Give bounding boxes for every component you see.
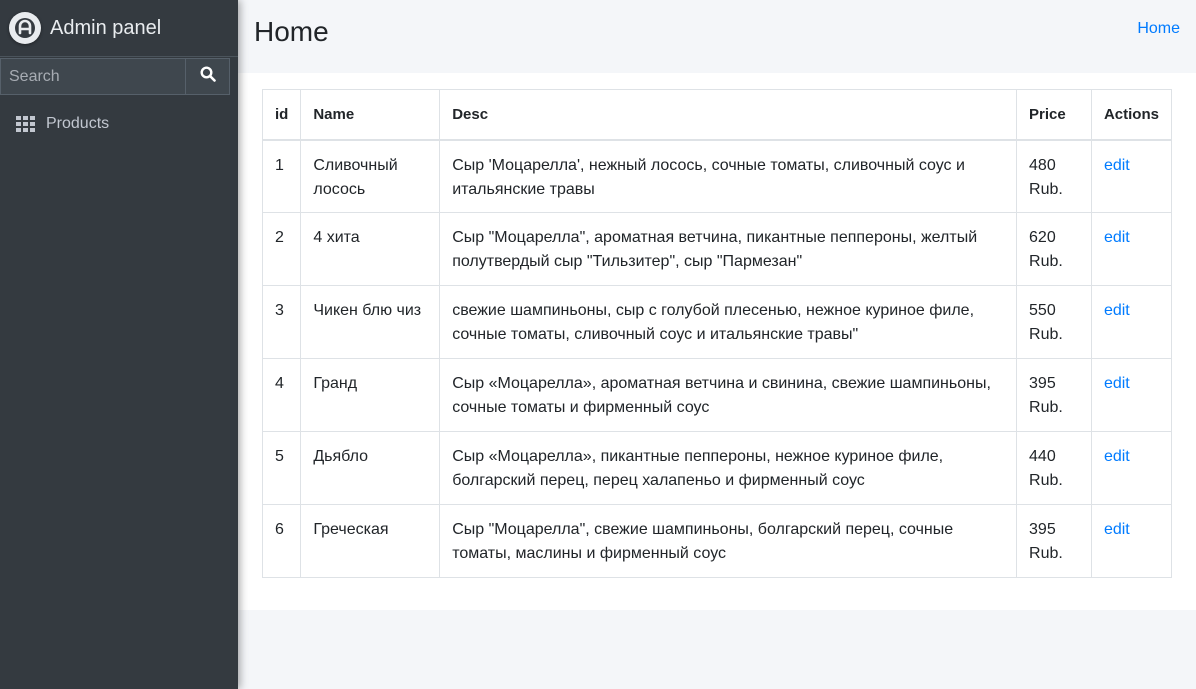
cell-actions: edit bbox=[1090, 285, 1173, 359]
column-header-price: Price bbox=[1016, 89, 1092, 141]
table-row: 1 Сливочный лосось Сыр 'Моцарелла', нежный… bbox=[261, 139, 1173, 213]
cell-id: 4 bbox=[261, 358, 302, 432]
cell-name: Чикен блю чиз bbox=[300, 285, 441, 359]
cell-id: 6 bbox=[261, 504, 302, 578]
cell-desc: Сыр 'Моцарелла', нежный лосось, сочные т… bbox=[439, 139, 1018, 213]
products-card: id Name Desc Price Actions 1 Сливочный ло… bbox=[238, 73, 1196, 610]
cell-actions: edit bbox=[1090, 139, 1173, 213]
edit-link[interactable]: edit bbox=[1104, 521, 1130, 538]
cell-desc: Сыр "Моцарелла", свежие шампиньоны, болг… bbox=[439, 504, 1018, 578]
edit-link[interactable]: edit bbox=[1104, 229, 1130, 246]
cell-price: 440 Rub. bbox=[1016, 431, 1092, 505]
cell-name: Сливочный лосось bbox=[300, 139, 441, 213]
table-row: 6 Греческая Сыр "Моцарелла", свежие шампин… bbox=[261, 504, 1173, 578]
cell-name: Греческая bbox=[300, 504, 441, 578]
cell-price: 480 Rub. bbox=[1016, 139, 1092, 213]
cell-actions: edit bbox=[1090, 504, 1173, 578]
grid-icon bbox=[16, 116, 35, 132]
cell-price: 550 Rub. bbox=[1016, 285, 1092, 359]
page-title: Home bbox=[254, 16, 329, 47]
brand-text: Admin panel bbox=[50, 16, 162, 39]
cell-price: 395 Rub. bbox=[1016, 358, 1092, 432]
table-row: 3 Чикен блю чиз свежие шампиньоны, сыр с г… bbox=[261, 285, 1173, 359]
sidebar-search bbox=[0, 58, 238, 95]
table-row: 24 хита Сыр "Моцарелла", ароматная ветчин… bbox=[261, 212, 1173, 286]
table-body: 1 Сливочный лосось Сыр 'Моцарелла', нежный… bbox=[261, 139, 1173, 578]
cell-id: 3 bbox=[261, 285, 302, 359]
cell-price: 395 Rub. bbox=[1016, 504, 1092, 578]
cell-id: 5 bbox=[261, 431, 302, 505]
column-header-desc: Desc bbox=[439, 89, 1018, 141]
sidebar-item-products[interactable]: Products bbox=[0, 104, 238, 144]
table-row: 4 Гранд Сыр «Моцарелла», ароматная ветчина… bbox=[261, 358, 1173, 432]
brand[interactable]: Admin panel bbox=[0, 0, 238, 57]
admin-logo-icon bbox=[9, 12, 41, 44]
sidebar: Admin panel Search Products bbox=[0, 0, 238, 689]
edit-link[interactable]: edit bbox=[1104, 448, 1130, 465]
cell-desc: Сыр «Моцарелла», пикантные пеппероны, не… bbox=[439, 431, 1018, 505]
cell-actions: edit bbox=[1090, 212, 1173, 286]
cell-id: 2 bbox=[261, 212, 302, 286]
edit-link[interactable]: edit bbox=[1104, 375, 1130, 392]
search-input[interactable] bbox=[0, 58, 185, 95]
cell-desc: свежие шампиньоны, сыр с голубой плесень… bbox=[439, 285, 1018, 359]
column-header-actions: Actions bbox=[1090, 89, 1173, 141]
table-row: 5 Дьябло Сыр «Моцарелла», пикантные пеппер… bbox=[261, 431, 1173, 505]
search-icon bbox=[199, 66, 216, 87]
cell-price: 620 Rub. bbox=[1016, 212, 1092, 286]
content-header: Home Home bbox=[238, 0, 1196, 73]
cell-name: Дьябло bbox=[300, 431, 441, 505]
edit-link[interactable]: edit bbox=[1104, 157, 1130, 174]
cell-actions: edit bbox=[1090, 358, 1173, 432]
column-header-name: Name bbox=[300, 89, 441, 141]
products-table: id Name Desc Price Actions 1 Сливочный ло… bbox=[261, 89, 1173, 578]
sidebar-item-label: Products bbox=[46, 115, 110, 132]
cell-desc: Сыр «Моцарелла», ароматная ветчина и сви… bbox=[439, 358, 1018, 432]
cell-name: 4 хита bbox=[300, 212, 441, 286]
table-header-row: id Name Desc Price Actions bbox=[261, 89, 1173, 141]
column-header-id: id bbox=[261, 89, 302, 141]
breadcrumb-home-link[interactable]: Home bbox=[1137, 20, 1180, 38]
cell-actions: edit bbox=[1090, 431, 1173, 505]
cell-desc: Сыр "Моцарелла", ароматная ветчина, пика… bbox=[439, 212, 1018, 286]
cell-name: Гранд bbox=[300, 358, 441, 432]
search-button[interactable] bbox=[185, 58, 230, 95]
cell-id: 1 bbox=[261, 139, 302, 213]
edit-link[interactable]: edit bbox=[1104, 302, 1130, 319]
